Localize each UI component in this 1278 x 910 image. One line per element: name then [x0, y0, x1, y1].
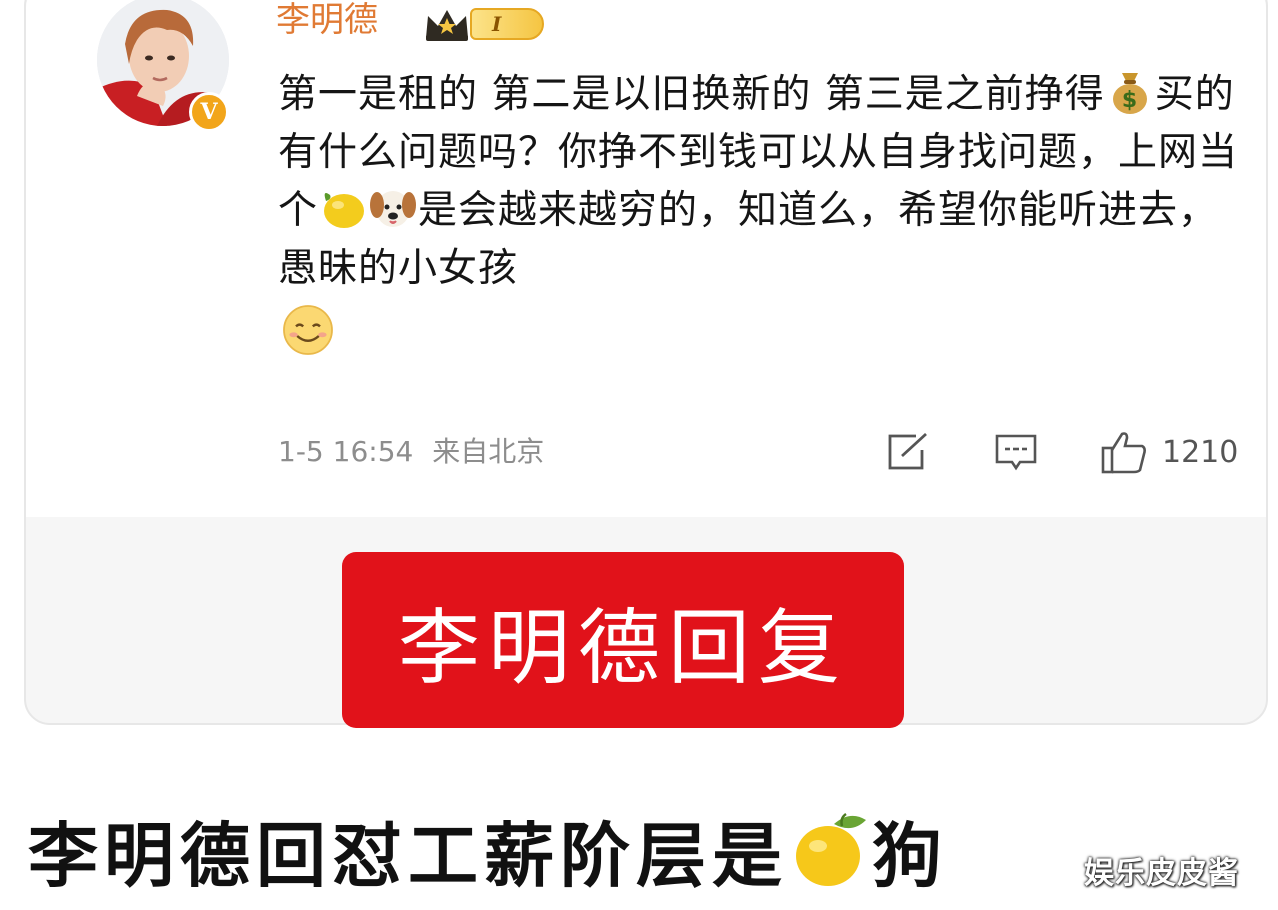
- share-icon: [888, 432, 927, 470]
- comment-date: 1-5 16:54: [278, 435, 414, 468]
- username[interactable]: 李明德: [276, 0, 378, 44]
- headline-text: 李明德回怼工薪阶层是: [28, 815, 788, 897]
- lemon-icon: [324, 193, 365, 228]
- verified-badge: V: [189, 92, 229, 132]
- crown-icon: [426, 10, 468, 41]
- comment-text-part-1: 第一是租的 第二是以旧换新的 第三是之前挣得: [278, 72, 1105, 117]
- comment-icon: [995, 434, 1037, 471]
- comment-text-part-3: 是会越来越穷的，知道么，希望你能听进去，愚昧的小女孩: [278, 188, 1219, 291]
- level-badge: I: [470, 8, 544, 40]
- like-button[interactable]: 1210: [1100, 430, 1238, 474]
- lemon-icon: [796, 812, 866, 886]
- comment-meta: 1-5 16:54 来自北京: [278, 430, 544, 474]
- headline-text-end: 狗: [872, 815, 948, 897]
- watermark: 娱乐皮皮酱: [1084, 856, 1239, 891]
- thumbs-up-icon: [1101, 432, 1146, 474]
- like-count: 1210: [1162, 434, 1239, 470]
- comment-text: 第一是租的 第二是以旧换新的 第三是之前挣得 $ 买的 有什么问题吗？你挣不到钱…: [278, 66, 1248, 367]
- smile-icon: [283, 305, 333, 355]
- headline: 李明德回怼工薪阶层是 狗: [28, 808, 948, 904]
- share-button[interactable]: [886, 430, 930, 474]
- comment-body: V 李明德 I 第一是租的 第二是以旧换新的 第三是之前挣得 $ 买的 有什么问…: [26, 0, 1266, 517]
- money-bag-icon: $: [1112, 73, 1147, 114]
- dog-face-icon: [370, 191, 417, 227]
- comment-location: 来自北京: [432, 435, 545, 468]
- comment-button[interactable]: [994, 430, 1038, 474]
- reply-overlay-label: 李明德回复: [342, 552, 904, 728]
- svg-text:$: $: [1122, 88, 1138, 113]
